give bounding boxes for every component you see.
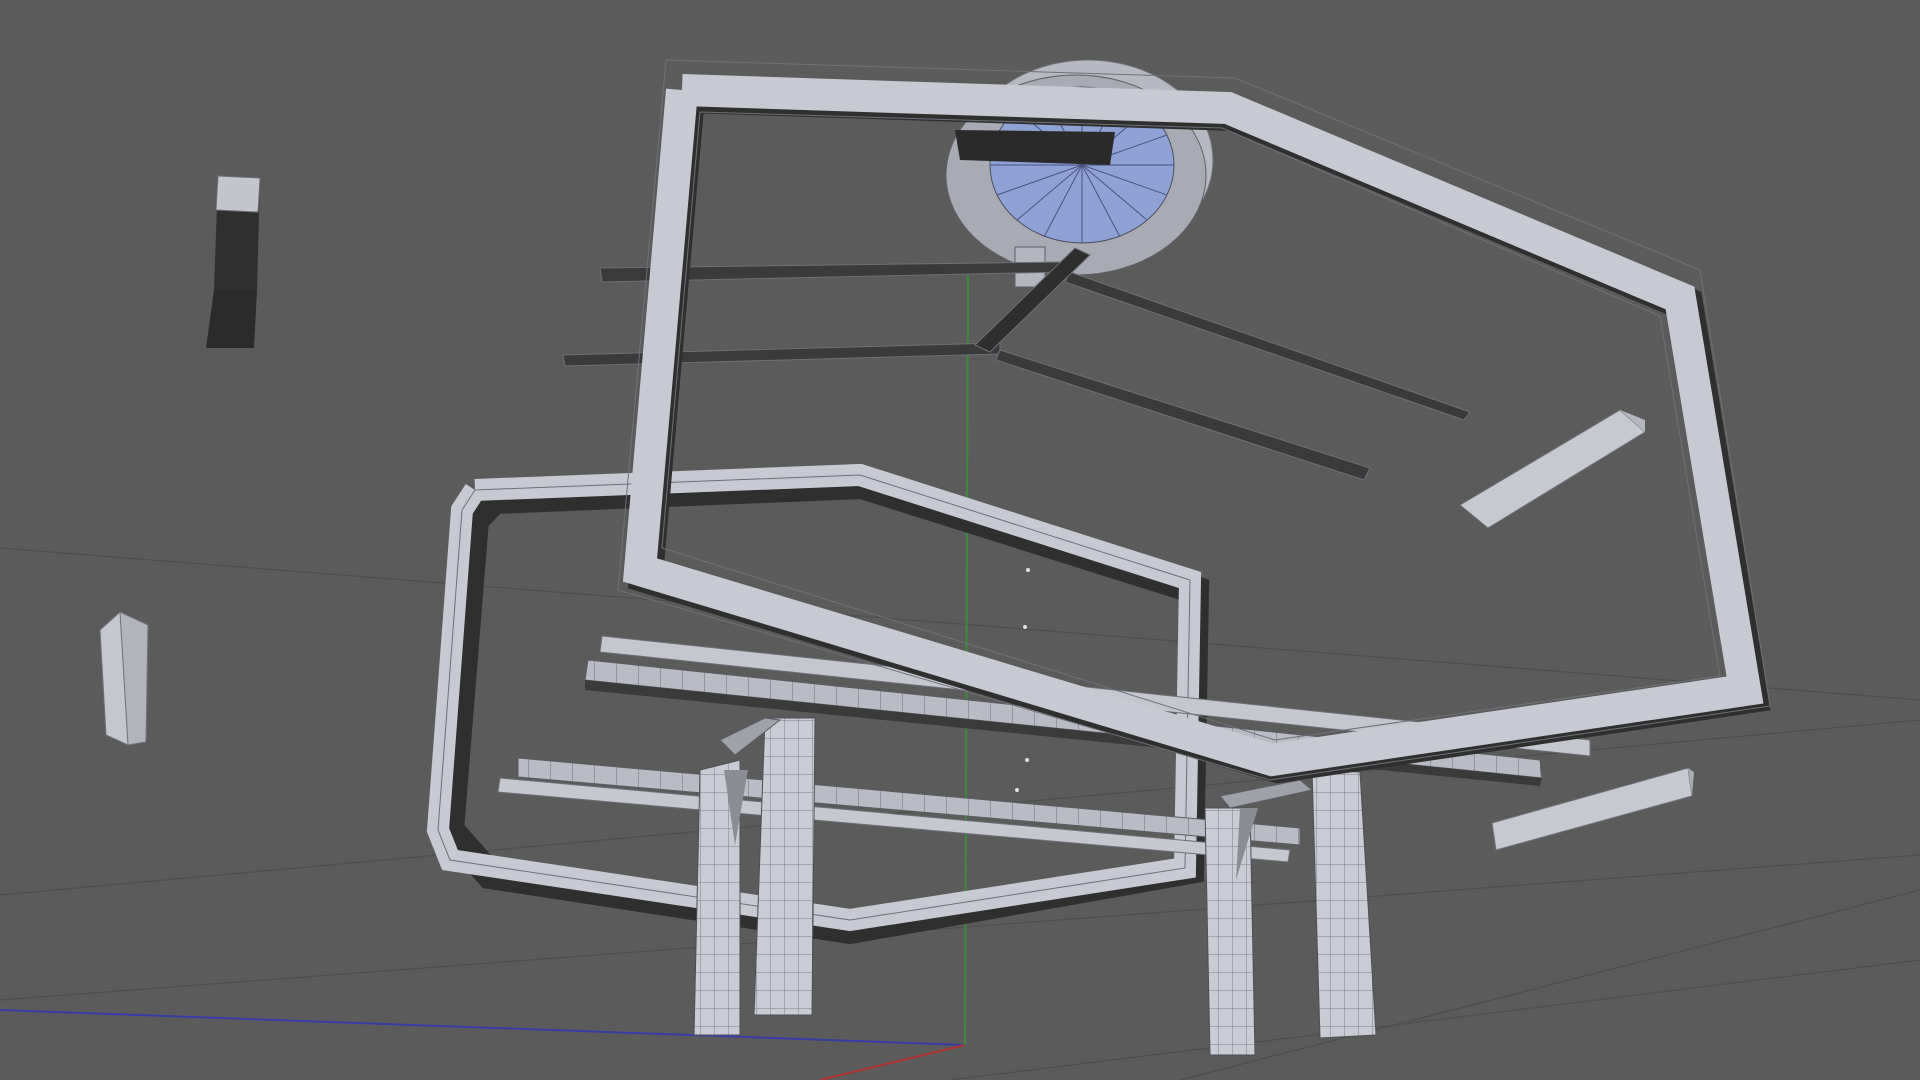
column-front-right[interactable] [1204,807,1258,1056]
floating-block-1[interactable] [206,175,261,348]
floating-block-2[interactable] [99,611,149,746]
3d-viewport[interactable] [0,0,1920,1080]
z-axis-line [0,1009,966,1046]
x-axis-line [819,1044,966,1080]
viewport-canvas[interactable] [0,0,1920,1080]
floating-block-3[interactable] [1459,409,1646,529]
column-front-left[interactable] [693,759,748,1036]
